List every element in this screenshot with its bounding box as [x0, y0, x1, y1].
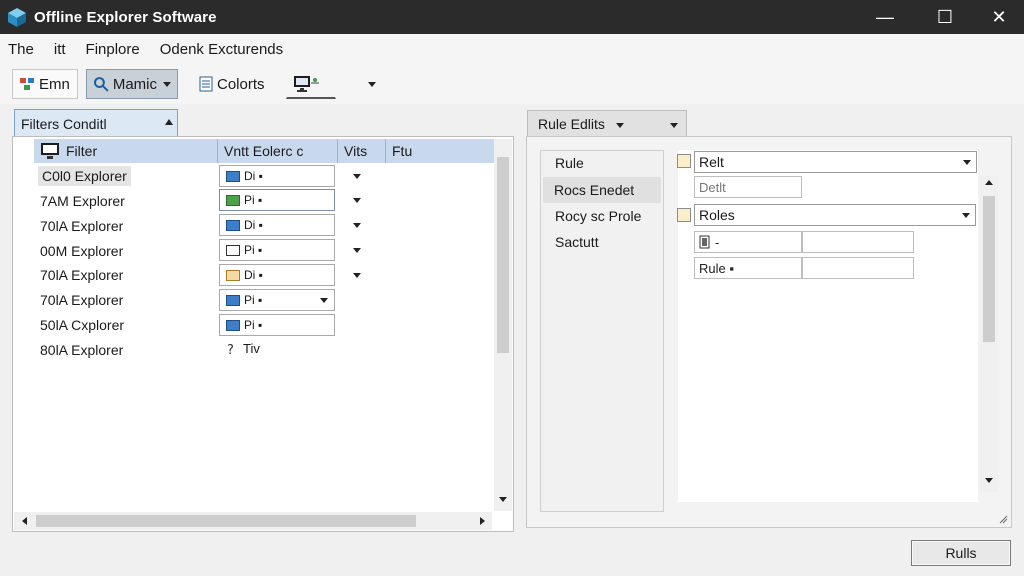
row-dropdown-arrow[interactable] — [353, 248, 361, 253]
toolbar-mamic-dropdown[interactable]: Mamic — [86, 69, 178, 99]
table-row[interactable]: 80lA Explorer — [40, 340, 123, 360]
scroll-thumb[interactable] — [36, 515, 416, 527]
scroll-thumb[interactable] — [497, 157, 509, 353]
value-cell[interactable]: Di ▪ — [219, 165, 335, 187]
nav-item-rocs-enedet[interactable]: Rocs Enedet — [543, 177, 661, 203]
menu-item-finplore[interactable]: Finplore — [86, 41, 140, 58]
table-row[interactable]: 70lA Explorer — [40, 290, 123, 310]
app-cube-icon — [8, 8, 26, 27]
roles-combo[interactable]: Roles — [694, 204, 976, 226]
detail-field[interactable]: Detlt — [694, 176, 802, 198]
chevron-down-icon — [962, 213, 970, 218]
value-cell[interactable]: Pi ▪ — [219, 189, 335, 211]
table-row[interactable]: 70lA Explorer — [40, 216, 123, 236]
table-row[interactable]: 50lA Cxplorer — [40, 315, 124, 335]
toolbar-colors-button[interactable]: Colorts — [192, 69, 278, 99]
table-row[interactable]: C0l0 Explorer — [38, 166, 131, 186]
network-icon — [20, 78, 34, 90]
field-b-left[interactable]: Rule ▪ — [694, 257, 802, 279]
scroll-left-arrow[interactable] — [22, 517, 27, 525]
title-bar: Offline Explorer Software — ☐ ✕ — [0, 0, 1024, 34]
value-cell[interactable]: Di ▪ — [219, 214, 335, 236]
scroll-down-arrow[interactable] — [985, 478, 993, 483]
file-icon — [699, 235, 710, 249]
nav-item-rocy-prole[interactable]: Rocy sc Prole — [555, 208, 641, 224]
svg-text:?: ? — [227, 343, 234, 356]
toolbar-monitor-button[interactable] — [286, 69, 336, 99]
tab-rule-edits[interactable]: Rule Edlits — [527, 110, 687, 137]
menu-item-odenk[interactable]: Odenk Excturends — [160, 41, 283, 58]
monitor-icon — [41, 143, 59, 159]
document-icon — [199, 76, 213, 92]
value-cell[interactable]: Di ▪ — [219, 264, 335, 286]
menu-item-itt[interactable]: itt — [54, 41, 66, 58]
scroll-right-arrow[interactable] — [480, 517, 485, 525]
row-dropdown-arrow[interactable] — [353, 223, 361, 228]
nav-item-sactutt[interactable]: Sactutt — [555, 234, 599, 250]
value-cell[interactable]: Pi ▪ — [219, 289, 335, 311]
chevron-down-icon — [963, 160, 971, 165]
rule-small-icon — [677, 154, 691, 168]
horizontal-scrollbar[interactable] — [14, 512, 492, 530]
folder-icon — [226, 269, 240, 281]
folder-icon — [226, 170, 240, 182]
chevron-up-icon[interactable] — [165, 119, 173, 125]
column-header-filter[interactable]: Filter — [34, 139, 218, 163]
folder-icon — [226, 294, 240, 306]
value-cell[interactable]: ? Tiv — [226, 341, 260, 356]
column-header-vits[interactable]: Vits — [338, 139, 386, 163]
scroll-up-arrow[interactable] — [985, 180, 993, 185]
field-a-left[interactable]: - — [694, 231, 802, 253]
scroll-down-arrow[interactable] — [499, 497, 507, 502]
folder-icon — [226, 219, 240, 231]
chevron-down-icon[interactable] — [320, 298, 328, 303]
column-header-value[interactable]: Vntt Eolerc c — [218, 139, 338, 163]
rule-form — [678, 150, 978, 502]
value-cell[interactable]: Pi ▪ — [219, 239, 335, 261]
row-dropdown-arrow[interactable] — [353, 273, 361, 278]
rules-button[interactable]: Rulls — [911, 540, 1011, 566]
scroll-thumb[interactable] — [983, 196, 995, 342]
menu-bar: The itt Finplore Odenk Excturends — [0, 34, 1024, 64]
vertical-scrollbar[interactable] — [494, 139, 512, 511]
toolbar: Emn Mamic Colorts — [0, 64, 1024, 104]
minimize-button[interactable]: — — [862, 0, 908, 34]
value-cell[interactable]: Pi ▪ — [219, 314, 335, 336]
row-dropdown-arrow[interactable] — [353, 174, 361, 179]
field-b-right[interactable] — [802, 257, 914, 279]
chevron-down-icon[interactable] — [670, 123, 678, 128]
toolbar-emn-button[interactable]: Emn — [12, 69, 78, 99]
window-title: Offline Explorer Software — [34, 8, 217, 26]
rule-nav-list: Rule Rocs Enedet Rocy sc Prole Sactutt — [540, 150, 664, 512]
folder-icon — [226, 194, 240, 206]
monitor-icon — [294, 75, 319, 92]
toolbar-more-dropdown[interactable] — [368, 82, 376, 87]
field-a-right[interactable] — [802, 231, 914, 253]
column-header-ftu[interactable]: Ftu — [386, 139, 494, 163]
table-row[interactable]: 00M Explorer — [40, 241, 123, 261]
help-icon: ? — [227, 343, 234, 356]
chevron-down-icon[interactable] — [616, 123, 624, 128]
roles-small-icon — [677, 208, 691, 222]
folder-icon — [226, 244, 240, 256]
chevron-down-icon — [163, 81, 171, 87]
maximize-button[interactable]: ☐ — [922, 0, 968, 34]
folder-icon — [226, 319, 240, 331]
table-row[interactable]: 70lA Explorer — [40, 265, 123, 285]
row-dropdown-arrow[interactable] — [353, 198, 361, 203]
menu-item-the[interactable]: The — [8, 41, 34, 58]
resize-grip-icon[interactable] — [998, 514, 1008, 524]
table-row[interactable]: 7AM Explorer — [40, 191, 125, 211]
tab-filters-condition[interactable]: Filters Conditl — [14, 109, 178, 137]
search-icon — [93, 77, 109, 92]
rule-combo[interactable]: Relt — [694, 151, 977, 173]
vertical-scrollbar[interactable] — [980, 176, 998, 492]
nav-item-rule[interactable]: Rule — [555, 155, 584, 171]
close-button[interactable]: ✕ — [976, 0, 1022, 34]
